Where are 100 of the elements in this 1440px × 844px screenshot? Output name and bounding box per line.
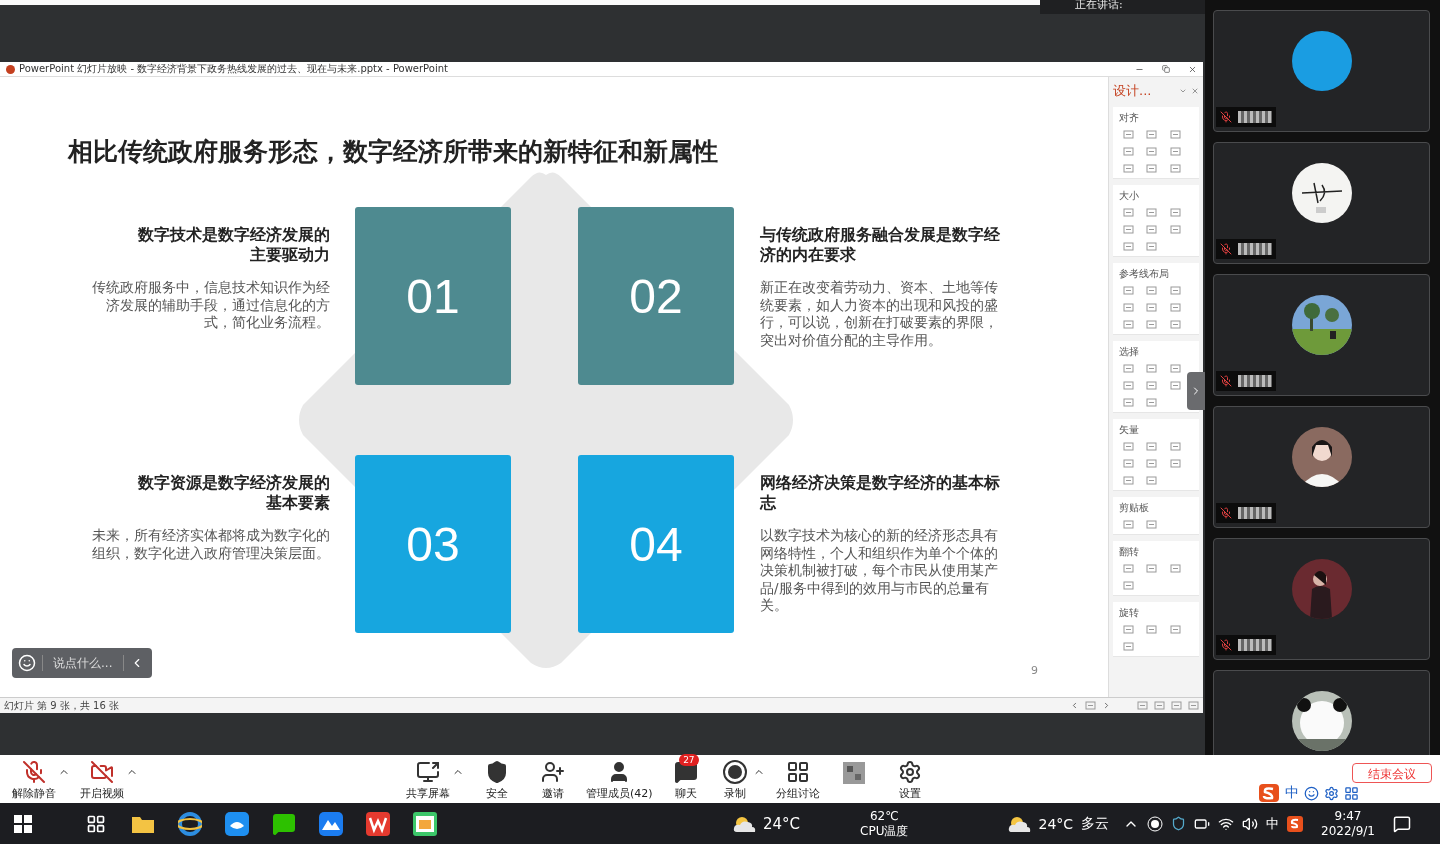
apps-icon[interactable] [85, 813, 106, 834]
comment-bar[interactable]: 说点什么... [12, 648, 152, 678]
square-icon[interactable] [1169, 224, 1181, 235]
participant-tile[interactable] [1213, 10, 1430, 132]
square-icon[interactable] [1123, 146, 1134, 157]
square-icon[interactable] [1123, 285, 1134, 296]
toolbar-button[interactable]: 录制 [714, 754, 767, 801]
shield-icon[interactable] [1171, 816, 1187, 831]
square-icon[interactable] [1123, 302, 1134, 313]
square-icon[interactable] [1146, 129, 1158, 140]
participant-tile[interactable] [1213, 274, 1430, 396]
square-icon[interactable] [1169, 207, 1181, 218]
square-icon[interactable] [1146, 363, 1158, 374]
square-icon[interactable] [1154, 700, 1165, 711]
square-icon[interactable] [1171, 700, 1182, 711]
square-icon[interactable] [1123, 624, 1134, 635]
w-logo-icon[interactable] [365, 811, 390, 836]
toolbar-button[interactable]: 开启视频 [76, 754, 140, 801]
square-icon[interactable] [1146, 146, 1158, 157]
notification-icon[interactable] [1392, 814, 1411, 833]
square-icon[interactable] [1169, 285, 1181, 296]
square-icon[interactable] [1169, 319, 1181, 330]
settings-icon[interactable] [1324, 785, 1339, 801]
square-icon[interactable] [1146, 397, 1158, 408]
dropdown-icon[interactable] [1179, 87, 1187, 95]
square-icon[interactable] [1123, 363, 1134, 374]
square-icon[interactable] [1146, 624, 1158, 635]
square-icon[interactable] [1123, 380, 1134, 391]
square-icon[interactable] [1085, 700, 1096, 711]
toolbar-button[interactable]: 设置 [882, 754, 935, 801]
square-icon[interactable] [1123, 397, 1134, 408]
record-icon[interactable] [1147, 815, 1164, 832]
square-icon[interactable] [1169, 129, 1181, 140]
smiley-icon[interactable] [1304, 785, 1319, 801]
participant-tile[interactable] [1213, 142, 1430, 264]
square-icon[interactable] [1123, 519, 1134, 530]
square-icon[interactable] [1169, 458, 1181, 469]
input-mode[interactable]: 中 [1266, 814, 1280, 833]
square-icon[interactable] [1169, 146, 1181, 157]
square-icon[interactable] [1146, 563, 1158, 574]
collapse-handle[interactable] [1187, 372, 1205, 410]
square-icon[interactable] [1146, 285, 1158, 296]
square-icon[interactable] [1169, 302, 1181, 313]
chat-bubble-icon[interactable] [271, 811, 296, 836]
square-icon[interactable] [1146, 458, 1158, 469]
participant-tile[interactable] [1213, 406, 1430, 528]
participant-tile[interactable] [1213, 538, 1430, 660]
square-icon[interactable] [1123, 163, 1134, 174]
grid-icon[interactable] [1344, 785, 1359, 801]
mountain-app-icon[interactable] [318, 811, 343, 836]
square-icon[interactable] [1146, 207, 1158, 218]
toolbar-button[interactable]: 分组讨论 [770, 754, 823, 801]
square-icon[interactable] [1123, 563, 1134, 574]
square-icon[interactable] [1169, 363, 1181, 374]
square-icon[interactable] [1188, 700, 1199, 711]
next-icon[interactable] [1102, 701, 1111, 710]
square-icon[interactable] [1146, 163, 1158, 174]
square-icon[interactable] [1169, 624, 1181, 635]
square-icon[interactable] [1146, 519, 1158, 530]
toolbar-button[interactable]: 共享屏幕 [402, 754, 466, 801]
square-icon[interactable] [1123, 319, 1134, 330]
restore-icon[interactable] [1162, 65, 1170, 73]
square-icon[interactable] [1169, 380, 1181, 391]
square-icon[interactable] [1169, 163, 1181, 174]
square-icon[interactable] [1123, 224, 1134, 235]
square-icon[interactable] [1146, 380, 1158, 391]
image-app-icon[interactable] [412, 811, 437, 836]
globe-icon[interactable] [177, 811, 202, 836]
previous-icon[interactable] [1070, 701, 1079, 710]
square-icon[interactable] [1146, 319, 1158, 330]
end-meeting-button[interactable]: 结束会议 [1352, 763, 1432, 783]
toolbar-button[interactable]: 邀请 [526, 754, 578, 801]
square-icon[interactable] [1137, 700, 1148, 711]
close-icon[interactable] [1191, 87, 1199, 95]
square-icon[interactable] [1146, 302, 1158, 313]
bird-app-icon[interactable] [224, 811, 249, 836]
square-icon[interactable] [1123, 475, 1134, 486]
square-icon[interactable] [1123, 458, 1134, 469]
ime-mode[interactable]: 中 [1285, 784, 1299, 802]
square-icon[interactable] [1123, 241, 1134, 252]
square-icon[interactable] [1123, 641, 1134, 652]
square-icon[interactable] [1146, 441, 1158, 452]
toolbar-button[interactable]: 聊天 27 [658, 754, 711, 801]
square-icon[interactable] [1123, 441, 1134, 452]
square-icon[interactable] [1146, 475, 1158, 486]
square-icon[interactable] [1169, 563, 1181, 574]
toolbar-button[interactable]: 管理成员(42) [582, 754, 655, 801]
clock-date[interactable]: 2022/9/1 [1321, 823, 1375, 839]
square-icon[interactable] [1146, 224, 1158, 235]
ime-logo-icon[interactable] [1287, 815, 1304, 832]
square-icon[interactable] [1123, 207, 1134, 218]
close-icon[interactable] [1188, 64, 1197, 74]
comment-field[interactable]: 说点什么... [42, 655, 124, 671]
square-icon[interactable] [1123, 580, 1134, 591]
volume-icon[interactable] [1242, 815, 1259, 832]
toolbar-button[interactable]: 解除静音 [8, 754, 72, 801]
windows-logo-icon[interactable] [14, 814, 32, 833]
square-icon[interactable] [1146, 241, 1158, 252]
square-icon[interactable] [1123, 129, 1134, 140]
toolbar-button[interactable]: 安全 [470, 754, 522, 801]
